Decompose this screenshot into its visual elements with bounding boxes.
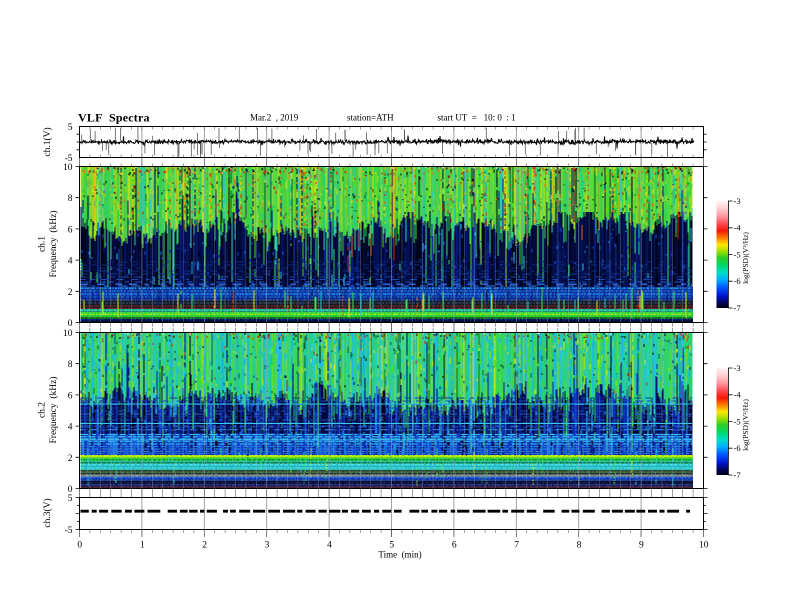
svg-text:-7: -7: [734, 470, 741, 480]
svg-text:6: 6: [68, 225, 73, 235]
svg-text:7: 7: [514, 540, 519, 550]
svg-text:-7: -7: [734, 303, 741, 313]
svg-text:2: 2: [202, 540, 207, 550]
svg-text:2: 2: [68, 454, 73, 464]
svg-text:8: 8: [577, 540, 582, 550]
svg-text:-5: -5: [65, 526, 73, 536]
svg-text:-3: -3: [734, 196, 741, 206]
svg-text:ch.2: ch.2: [38, 402, 48, 418]
svg-text:Frequency (kHz): Frequency (kHz): [48, 210, 59, 277]
svg-text:5: 5: [68, 123, 73, 133]
svg-text:10: 10: [699, 540, 709, 550]
svg-text:5: 5: [68, 494, 73, 504]
svg-text:-6: -6: [734, 443, 741, 453]
svg-text:Time (min): Time (min): [378, 550, 421, 560]
svg-text:10: 10: [63, 329, 73, 339]
svg-text:start UT = 10: 0 : 1: start UT = 10: 0 : 1: [438, 113, 516, 123]
svg-text:1: 1: [140, 540, 145, 550]
svg-text:6: 6: [452, 540, 457, 550]
svg-text:-4: -4: [734, 223, 742, 233]
svg-text:-3: -3: [734, 363, 741, 373]
svg-text:ch.3(V): ch.3(V): [42, 498, 53, 527]
svg-text:station=ATH: station=ATH: [347, 113, 394, 123]
svg-text:3: 3: [265, 540, 270, 550]
svg-text:log(PSD)(V²/Hz): log(PSD)(V²/Hz): [741, 399, 750, 451]
svg-text:-5: -5: [734, 249, 741, 259]
svg-text:4: 4: [68, 423, 73, 433]
svg-text:-6: -6: [734, 276, 741, 286]
svg-text:9: 9: [639, 540, 644, 550]
svg-text:8: 8: [68, 194, 73, 204]
svg-text:6: 6: [68, 391, 73, 401]
svg-text:10: 10: [63, 163, 73, 173]
svg-text:ch.1(V): ch.1(V): [42, 127, 53, 156]
svg-text:Frequency (kHz): Frequency (kHz): [48, 376, 59, 443]
svg-text:8: 8: [68, 360, 73, 370]
svg-text:4: 4: [327, 540, 332, 550]
svg-text:VLF Spectra: VLF Spectra: [78, 111, 150, 125]
svg-text:log(PSD)(V²/Hz): log(PSD)(V²/Hz): [741, 232, 750, 284]
svg-text:Mar.2 , 2019: Mar.2 , 2019: [250, 113, 299, 123]
svg-text:4: 4: [68, 257, 73, 267]
svg-text:2: 2: [68, 288, 73, 298]
svg-text:0: 0: [68, 319, 73, 329]
svg-text:0: 0: [77, 540, 82, 550]
svg-text:ch.1: ch.1: [38, 236, 48, 252]
svg-text:-5: -5: [734, 416, 741, 426]
svg-text:-4: -4: [734, 390, 742, 400]
